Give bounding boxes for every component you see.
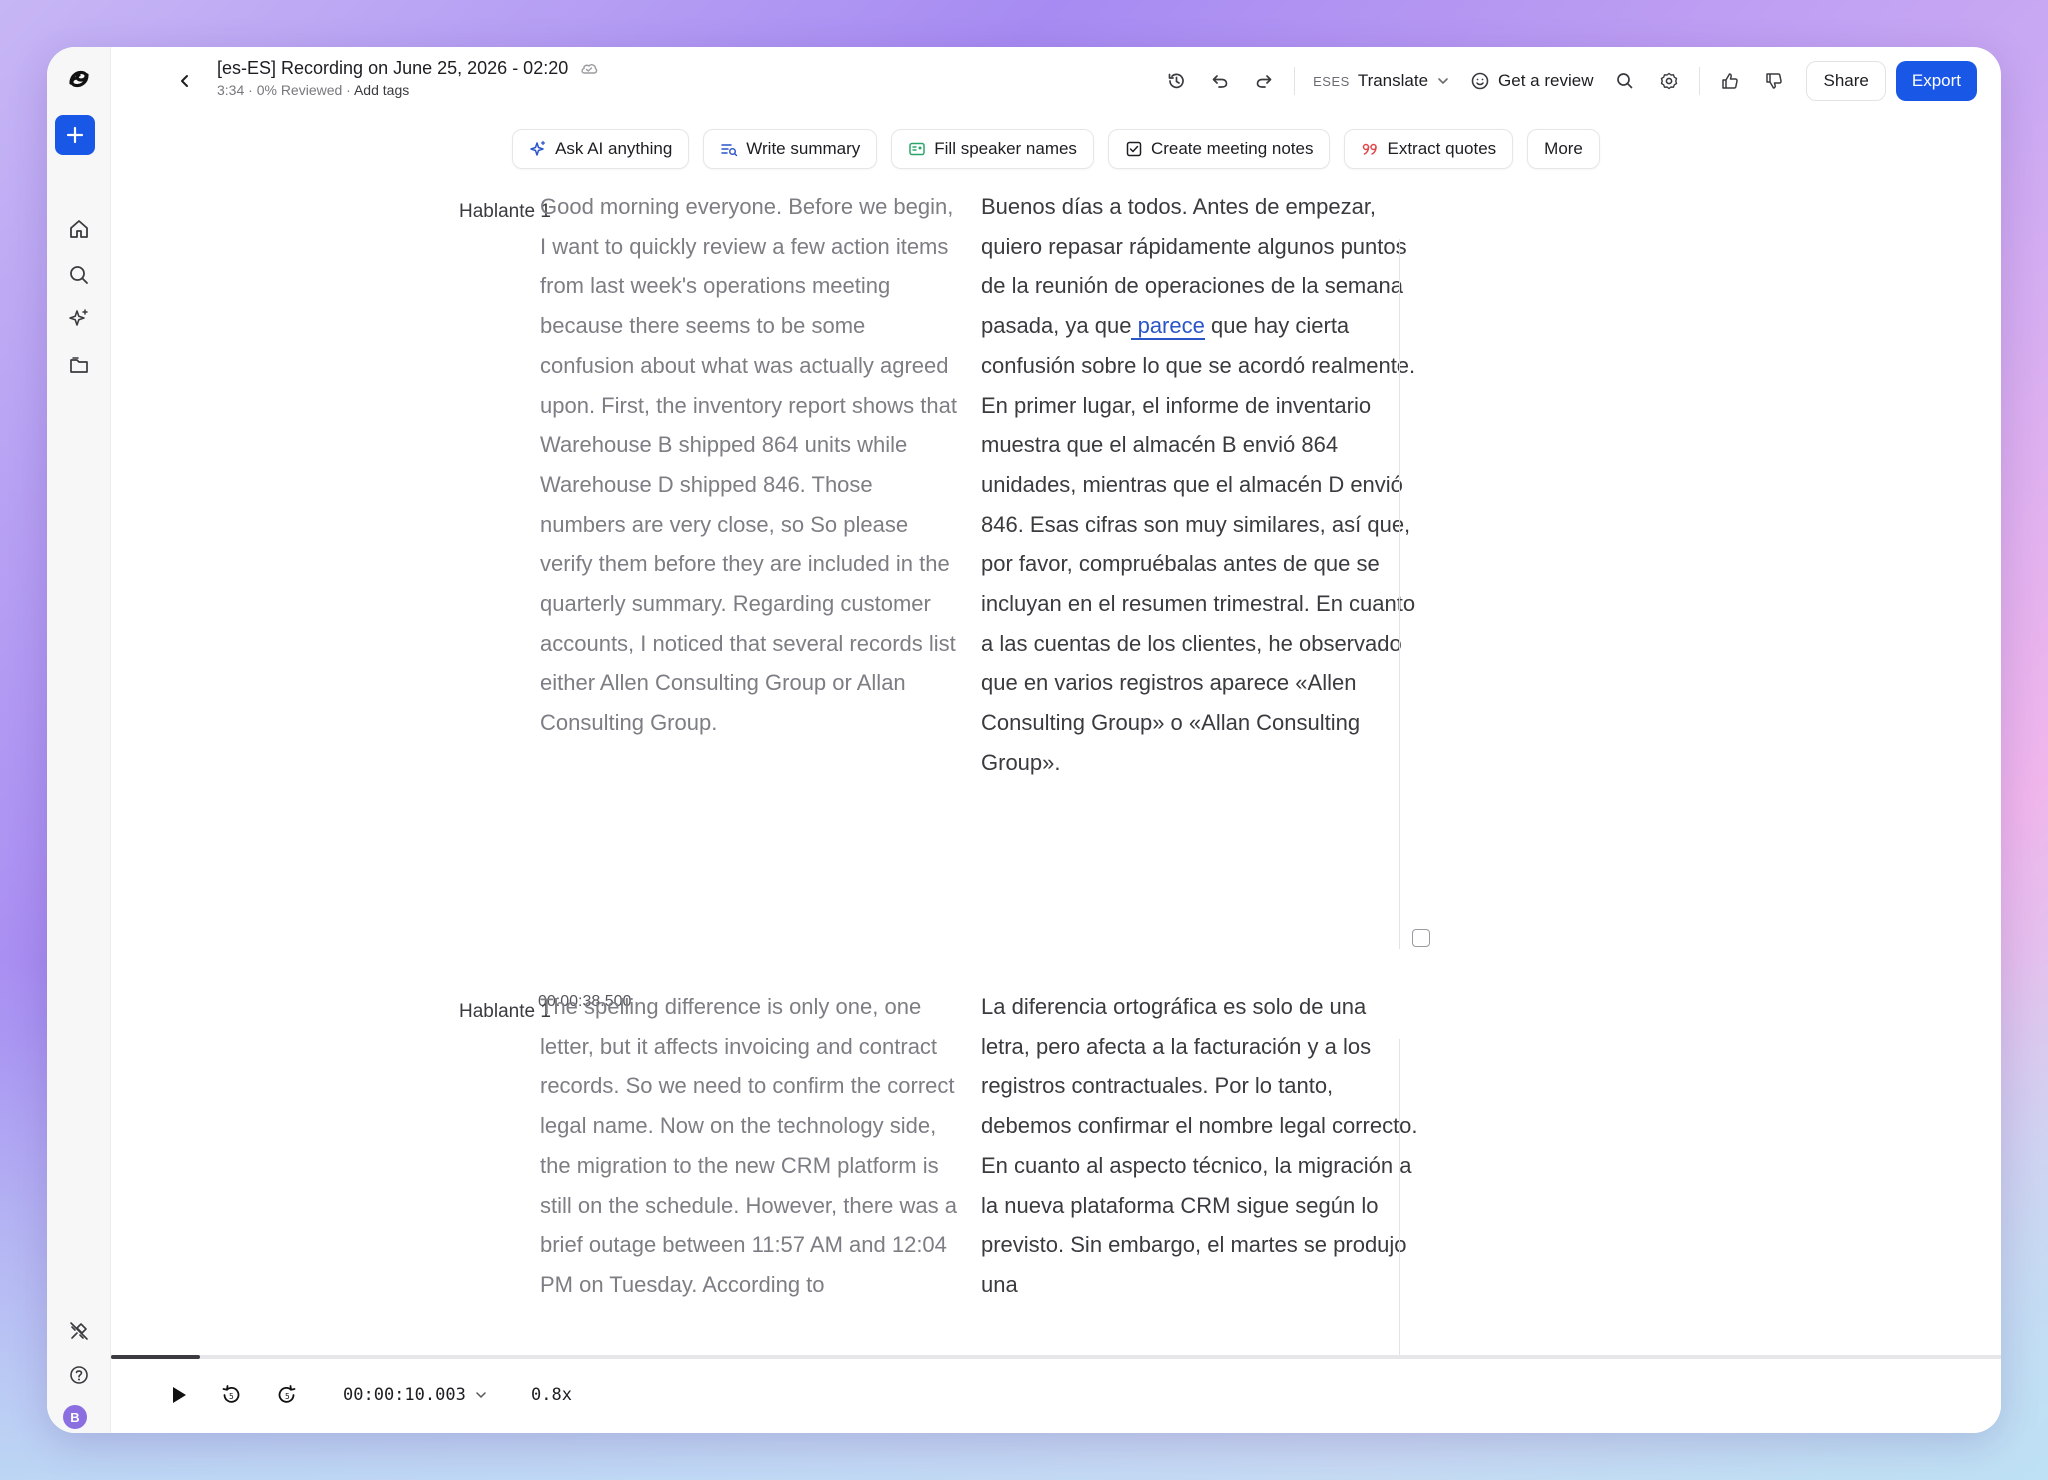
svg-text:5: 5 <box>229 1392 234 1401</box>
playback-speed[interactable]: 0.8x <box>531 1385 572 1405</box>
folder-icon[interactable] <box>61 347 97 383</box>
thumbs-up-icon <box>1722 73 1739 89</box>
search-button[interactable] <box>1603 61 1647 101</box>
original-text[interactable]: Good morning everyone. Before we begin, … <box>540 187 958 743</box>
chevron-down-icon <box>476 1392 486 1398</box>
search-icon[interactable] <box>61 257 97 293</box>
player-bar: 5 5 00:00:10.003 0.8x <box>111 1359 2001 1433</box>
redo-button[interactable] <box>1242 61 1286 101</box>
divider <box>1399 1039 1400 1397</box>
write-summary-button[interactable]: Write summary <box>703 129 878 169</box>
header: [es-ES] Recording on June 25, 2026 - 02:… <box>111 47 2001 115</box>
fill-speaker-names-button[interactable]: Fill speaker names <box>891 129 1094 169</box>
divider <box>1294 67 1296 95</box>
sparkle-icon <box>530 140 546 156</box>
thumbs-up-button[interactable] <box>1708 61 1752 101</box>
segment-checkbox[interactable] <box>1412 929 1430 947</box>
rewind-button[interactable]: 5 <box>213 1377 249 1413</box>
svg-text:5: 5 <box>285 1392 290 1401</box>
recording-meta: 3:34 · 0% Reviewed · Add tags <box>217 82 410 98</box>
chevron-down-icon <box>1438 78 1448 84</box>
more-button[interactable]: More <box>1527 129 1600 169</box>
playback-time-dropdown[interactable]: 00:00:10.003 <box>343 1385 488 1405</box>
checkbox-icon <box>1126 141 1142 157</box>
left-rail: B <box>47 47 111 1433</box>
play-icon <box>173 1387 186 1403</box>
cloud-saved-icon <box>581 64 598 74</box>
settings-button[interactable] <box>1647 61 1691 101</box>
history-button[interactable] <box>1154 61 1198 101</box>
redo-icon <box>1256 75 1272 88</box>
translation-text[interactable]: La diferencia ortográfica es solo de una… <box>981 987 1421 1305</box>
thumbs-down-button[interactable] <box>1752 61 1796 101</box>
help-icon[interactable] <box>61 1357 97 1393</box>
divider <box>1699 67 1701 95</box>
transcript: Hablante 1 Good morning everyone. Before… <box>111 187 2001 1397</box>
integrations-icon[interactable] <box>61 1313 97 1349</box>
ai-toolbar: Ask AI anything Write summary Fill speak… <box>47 129 2001 169</box>
create-meeting-notes-button[interactable]: Create meeting notes <box>1107 129 1331 169</box>
avatar[interactable]: B <box>63 1405 87 1429</box>
app-window: B [es-ES] Recording on June 25, 2026 - 0… <box>47 47 2001 1433</box>
summary-icon <box>721 144 738 157</box>
undo-button[interactable] <box>1198 61 1242 101</box>
highlighted-word[interactable]: parece <box>1131 313 1205 341</box>
sparkle-icon[interactable] <box>61 301 97 337</box>
divider <box>1399 239 1400 949</box>
translate-label: Translate <box>1357 71 1429 90</box>
share-button[interactable]: Share <box>1806 61 1886 101</box>
header-toolbar: ESES Translate Get a review Share Export <box>1154 61 1977 101</box>
rewind-5-icon: 5 <box>222 1385 240 1403</box>
smile-icon <box>1471 72 1489 90</box>
play-button[interactable] <box>161 1377 197 1413</box>
quote-icon <box>1363 143 1378 155</box>
gear-icon <box>1661 72 1678 90</box>
speaker-card-icon <box>909 142 926 156</box>
app-logo-icon[interactable] <box>61 61 97 97</box>
page-title[interactable]: [es-ES] Recording on June 25, 2026 - 02:… <box>217 58 599 79</box>
get-review-button[interactable]: Get a review <box>1460 61 1603 101</box>
translation-text[interactable]: Buenos días a todos. Antes de empezar, q… <box>981 187 1421 783</box>
translate-dropdown[interactable]: ESES Translate <box>1303 61 1460 101</box>
forward-5-icon: 5 <box>278 1385 296 1403</box>
recording-title[interactable]: [es-ES] Recording on June 25, 2026 - 02:… <box>217 58 568 78</box>
history-icon <box>1168 73 1184 89</box>
undo-icon <box>1212 75 1228 88</box>
extract-quotes-button[interactable]: Extract quotes <box>1344 129 1514 169</box>
speaker-label[interactable]: Hablante 1 <box>459 201 551 223</box>
back-button[interactable] <box>171 67 199 95</box>
add-tags-link[interactable]: Add tags <box>354 82 409 98</box>
original-text[interactable]: The spelling difference is only one, one… <box>540 987 958 1305</box>
language-code: ESES <box>1313 73 1350 89</box>
forward-button[interactable]: 5 <box>269 1377 305 1413</box>
speaker-label[interactable]: Hablante 1 <box>459 1001 551 1023</box>
get-review-label: Get a review <box>1498 71 1594 90</box>
chevron-left-icon <box>181 75 188 87</box>
playback-time: 00:00:10.003 <box>343 1385 466 1405</box>
home-icon[interactable] <box>61 211 97 247</box>
export-button[interactable]: Export <box>1895 61 1977 101</box>
thumbs-down-icon <box>1766 73 1783 89</box>
search-icon <box>1617 73 1633 89</box>
ask-ai-button[interactable]: Ask AI anything <box>512 129 690 169</box>
